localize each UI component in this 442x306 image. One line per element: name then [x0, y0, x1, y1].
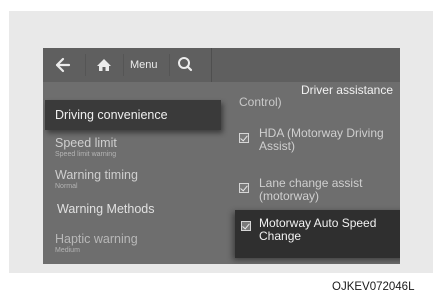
menu-button[interactable]: Menu	[130, 48, 166, 82]
top-toolbar: Menu	[43, 48, 400, 82]
infotainment-screen: Menu Driver assistance Driving convenien…	[43, 48, 400, 264]
figure-code: OJKEV072046L	[332, 281, 415, 293]
right-panel: Control) HDA (Motorway Driving Assist) L…	[229, 82, 400, 264]
menu-item-value: Medium	[55, 247, 80, 254]
menu-item-speed-limit[interactable]: Speed limit Speed limit warning	[55, 136, 117, 158]
home-icon[interactable]	[95, 48, 117, 82]
menu-item-label: Speed limit	[55, 136, 117, 150]
option-motorway-auto-speed-change[interactable]: Motorway Auto Speed Change	[235, 210, 400, 258]
menu-item-driving-convenience[interactable]: Driving convenience	[45, 100, 221, 130]
menu-item-label: Haptic warning	[55, 232, 138, 246]
option-lane-change-assist[interactable]: Lane change assist (motorway)	[229, 168, 400, 204]
option-label: HDA (Motorway Driving Assist)	[259, 126, 384, 153]
toolbar-divider	[123, 54, 124, 76]
checkbox-checked-icon[interactable]	[239, 183, 249, 193]
menu-item-value: Normal	[55, 183, 78, 190]
toolbar-separator	[211, 48, 212, 82]
back-arrow-icon[interactable]	[55, 48, 77, 82]
checkbox-checked-icon[interactable]	[239, 133, 249, 143]
menu-item-label: Warning timing	[55, 168, 138, 182]
section-heading: Warning Methods	[57, 202, 155, 216]
toolbar-divider	[85, 54, 86, 76]
checkbox-checked-icon[interactable]	[241, 221, 251, 231]
partial-option-label: Control)	[239, 95, 282, 109]
menu-item-label: Driving convenience	[55, 108, 168, 122]
menu-item-value: Speed limit warning	[55, 151, 117, 158]
menu-item-haptic-warning[interactable]: Haptic warning Medium	[55, 232, 138, 254]
toolbar-divider	[169, 54, 170, 76]
option-label: Motorway Auto Speed Change	[259, 216, 377, 243]
menu-item-warning-timing[interactable]: Warning timing Normal	[55, 168, 138, 190]
option-label: Lane change assist (motorway)	[259, 176, 363, 203]
left-panel: Driving convenience Speed limit Speed li…	[43, 82, 227, 264]
option-hda[interactable]: HDA (Motorway Driving Assist)	[229, 124, 400, 160]
search-icon[interactable]	[177, 48, 197, 82]
